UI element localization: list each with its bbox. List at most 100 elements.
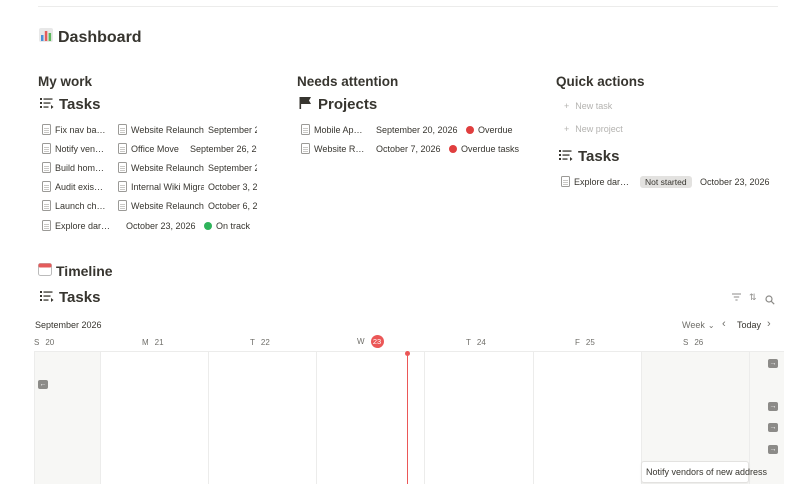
day-number: 21 — [154, 338, 164, 347]
top-divider — [38, 6, 778, 7]
new-task-button[interactable]: + New task — [564, 101, 612, 111]
task-name: Build hom… — [55, 162, 105, 173]
timeline-bar-label: Notify vendors of new address — [646, 467, 768, 477]
timeline-tasks-title-text: Tasks — [59, 289, 101, 306]
project-cell[interactable]: Website Relaunch — [118, 196, 206, 215]
timeline-bar[interactable]: Notify vendors of new address — [641, 461, 767, 483]
list-item[interactable]: Explore dar… — [561, 172, 633, 191]
day-column — [208, 352, 316, 484]
day-letter: T — [250, 338, 255, 347]
project-name: Website Relaunch — [131, 200, 204, 211]
quick-tasks-title[interactable]: Tasks — [559, 148, 619, 165]
scroll-right-icon[interactable]: → — [768, 402, 778, 411]
date-cell: September 2… — [208, 158, 257, 177]
page-icon — [118, 143, 127, 154]
date-cell: September 20, 2026 — [376, 120, 462, 139]
range-selector[interactable]: Week ⌄ — [682, 320, 715, 330]
plus-icon: + — [564, 101, 570, 111]
status-cell: On track — [204, 216, 264, 235]
due-date: October 6, 2… — [208, 200, 257, 211]
due-date: September 20, 2026 — [376, 124, 458, 135]
list-item[interactable]: Notify ven… — [42, 139, 108, 158]
filter-icon[interactable] — [732, 293, 741, 303]
bar-chart-icon — [38, 27, 54, 48]
calendar-icon — [38, 262, 52, 279]
status-text: Overdue tasks — [461, 143, 519, 154]
scroll-right-icon[interactable]: → — [768, 445, 778, 454]
page-icon — [42, 181, 51, 192]
projects-title[interactable]: Projects — [299, 96, 377, 113]
today-line — [407, 353, 408, 484]
page-icon — [42, 220, 51, 231]
list-icon — [40, 289, 54, 306]
sort-icon[interactable]: ⇅ — [749, 292, 757, 303]
status-cell: Overdue — [466, 120, 526, 139]
list-item[interactable]: Audit exis… — [42, 177, 108, 196]
project-cell[interactable]: Website Relaunch — [118, 158, 206, 177]
red-dot-icon — [466, 125, 474, 134]
page-title: Dashboard — [38, 27, 142, 48]
prev-week-button[interactable]: ‹ — [722, 318, 726, 330]
task-name: Explore dar… — [55, 220, 111, 231]
day-column — [100, 352, 208, 484]
timeline-heading-text: Timeline — [56, 262, 113, 279]
quick-actions-heading: Quick actions — [556, 74, 645, 89]
new-task-label: New task — [575, 101, 613, 111]
status-text: On track — [216, 220, 251, 231]
date-cell: October 23, 2026 — [700, 172, 780, 191]
list-item[interactable]: Fix nav ba… — [42, 120, 108, 139]
quick-tasks-title-text: Tasks — [578, 148, 620, 165]
list-item[interactable]: Explore dar… — [42, 216, 114, 235]
day-number: 20 — [45, 338, 55, 347]
day-header: M 21 — [142, 338, 164, 347]
page-icon — [118, 200, 127, 211]
new-project-button[interactable]: + New project — [564, 124, 623, 134]
list-item[interactable]: Mobile Ap… — [301, 120, 367, 139]
project-name: Mobile Ap… — [314, 124, 363, 135]
task-name: Notify ven… — [55, 143, 105, 154]
project-name: Website Relaunch — [131, 162, 204, 173]
today-marker: 23 — [370, 335, 384, 348]
due-date: September 26, 20… — [190, 143, 257, 154]
task-name: Launch ch… — [55, 200, 106, 211]
scroll-right-icon[interactable]: → — [768, 359, 778, 368]
task-name: Explore dar… — [574, 176, 630, 187]
day-header: T 24 — [466, 338, 486, 347]
project-name: Office Move — [131, 143, 179, 154]
day-letter: T — [466, 338, 471, 347]
scroll-left-icon[interactable]: ← — [38, 380, 48, 389]
project-name: Website R… — [314, 143, 365, 154]
due-date: October 23, 2026 — [126, 220, 196, 231]
page-icon — [118, 181, 127, 192]
project-cell[interactable]: Internal Wiki Migra… — [118, 177, 204, 196]
list-item[interactable]: Build hom… — [42, 158, 108, 177]
page-icon — [42, 124, 51, 135]
new-project-label: New project — [575, 124, 623, 134]
page-icon — [118, 162, 127, 173]
day-letter: S — [683, 338, 689, 347]
list-item[interactable]: Launch ch… — [42, 196, 108, 215]
scroll-right-icon[interactable]: → — [768, 423, 778, 432]
page-icon — [42, 200, 51, 211]
due-date: October 3, 2… — [208, 181, 257, 192]
day-letter: W — [357, 337, 365, 346]
my-work-tasks-title[interactable]: Tasks — [40, 96, 100, 113]
next-week-button[interactable]: › — [767, 318, 771, 330]
day-column — [34, 352, 100, 484]
date-cell: October 3, 2… — [208, 177, 257, 196]
my-work-db-title-text: Tasks — [59, 96, 101, 113]
timeline-tasks-title[interactable]: Tasks — [40, 289, 100, 306]
list-item[interactable]: Website R… — [301, 139, 367, 158]
project-name: Internal Wiki Migra… — [131, 181, 204, 192]
list-icon — [40, 96, 54, 113]
range-label: Week — [682, 320, 705, 330]
day-number: 25 — [585, 338, 595, 347]
red-dot-icon — [449, 144, 457, 153]
today-button[interactable]: Today — [737, 320, 761, 330]
date-cell: September 2… — [208, 120, 257, 139]
date-cell: October 6, 2… — [208, 196, 257, 215]
green-dot-icon — [204, 221, 212, 230]
project-cell[interactable]: Website Relaunch — [118, 120, 206, 139]
due-date: September 2… — [208, 124, 257, 135]
search-icon[interactable] — [765, 292, 775, 310]
